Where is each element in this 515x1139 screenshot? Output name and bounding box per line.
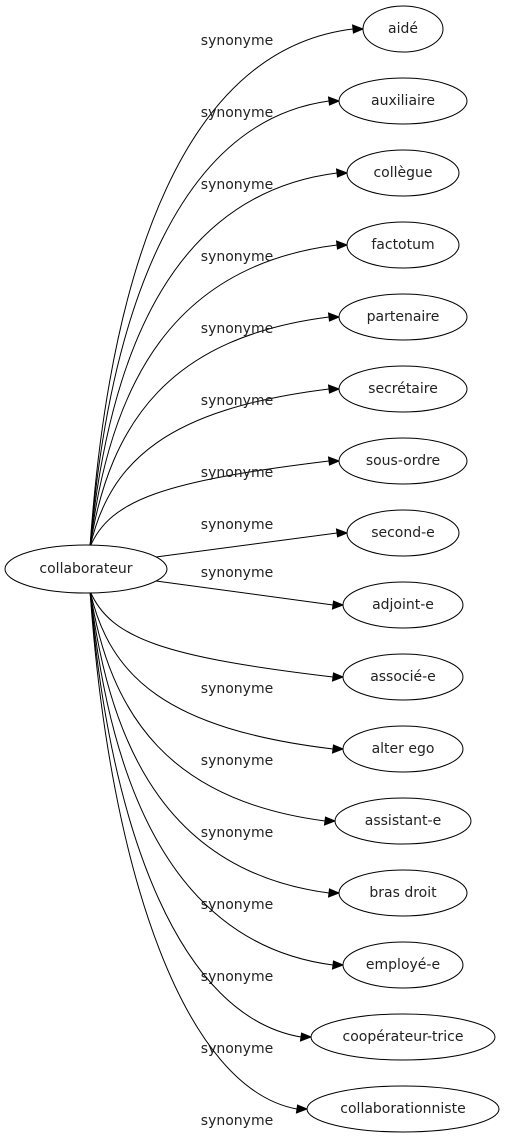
node-label: alter ego: [372, 741, 435, 757]
edge-assistant-e: synonyme: [89, 590, 337, 841]
arrowhead-icon: [327, 456, 341, 466]
node-label: aidé: [388, 21, 418, 37]
node-bras-droit[interactable]: bras droit: [338, 869, 468, 917]
node-auxiliaire[interactable]: auxiliaire: [338, 77, 468, 125]
edge-label: synonyme: [201, 825, 273, 841]
node-assistant-e[interactable]: assistant-e: [334, 797, 472, 845]
edge-partenaire: synonyme: [89, 312, 341, 548]
node-second-e[interactable]: second-e: [346, 509, 460, 557]
edge-employe-e: synonyme: [89, 590, 345, 985]
node-associe-e[interactable]: associé-e: [342, 653, 464, 701]
edge-line: [89, 590, 298, 1110]
node-label: employé-e: [366, 957, 440, 973]
arrowhead-icon: [352, 24, 365, 34]
synonym-graph: synonyme synonyme synonyme synonyme synonyme…: [4, 5, 500, 1133]
arrowhead-icon: [331, 744, 345, 754]
edge-label: synonyme: [201, 681, 273, 697]
node-label: collaborationniste: [340, 1101, 465, 1117]
edge-bras-droit: synonyme: [89, 590, 341, 913]
arrowhead-icon: [335, 168, 349, 178]
arrowhead-icon: [323, 816, 337, 826]
arrowhead-icon: [335, 240, 349, 250]
edge-label: synonyme: [201, 321, 273, 337]
node-label: sous-ordre: [366, 453, 440, 469]
node-label: collègue: [373, 165, 432, 181]
node-label: bras droit: [369, 885, 437, 901]
node-source-collaborateur[interactable]: collaborateur: [4, 544, 168, 594]
edge-label: synonyme: [201, 565, 273, 581]
edge-adjoint-e: synonyme: [155, 565, 345, 610]
edge-label: synonyme: [201, 249, 273, 265]
arrowhead-icon: [327, 96, 341, 106]
edge-associe-e: synonyme: [89, 590, 345, 697]
edge-second-e: synonyme: [155, 517, 349, 558]
node-label: associé-e: [370, 669, 436, 685]
node-employe-e[interactable]: employé-e: [342, 941, 464, 989]
edge-line: [155, 580, 334, 606]
arrowhead-icon: [327, 312, 341, 322]
edge-collegue: synonyme: [89, 168, 349, 548]
edge-line: [89, 590, 330, 894]
node-sous-ordre[interactable]: sous-ordre: [338, 437, 468, 485]
arrowhead-icon: [299, 1032, 313, 1042]
edge-label: synonyme: [201, 753, 273, 769]
edge-label: synonyme: [201, 393, 273, 409]
edge-label: synonyme: [201, 969, 273, 985]
edge-label: synonyme: [201, 1113, 273, 1129]
node-aide[interactable]: aidé: [362, 5, 444, 53]
node-adjoint-e[interactable]: adjoint-e: [342, 581, 464, 629]
node-label: second-e: [371, 525, 435, 541]
edge-line: [89, 590, 326, 822]
edge-line: [89, 316, 330, 548]
edge-collaborationniste: synonyme: [89, 590, 309, 1129]
node-collaborationniste[interactable]: collaborationniste: [306, 1085, 500, 1133]
node-factotum[interactable]: factotum: [346, 221, 460, 269]
node-cooperateur-trice[interactable]: coopérateur-trice: [310, 1013, 496, 1061]
node-label: secrétaire: [368, 381, 438, 397]
node-label: coopérateur-trice: [343, 1029, 464, 1045]
arrowhead-icon: [331, 600, 345, 610]
edge-label: synonyme: [201, 33, 273, 49]
node-secretaire[interactable]: secrétaire: [338, 365, 468, 413]
arrowhead-icon: [335, 528, 349, 538]
arrowhead-icon: [331, 672, 345, 682]
edge-label: synonyme: [201, 105, 273, 121]
node-label: collaborateur: [39, 561, 132, 577]
node-label: auxiliaire: [371, 93, 435, 109]
node-collegue[interactable]: collègue: [346, 149, 460, 197]
edge-cooperateur-trice: synonyme: [89, 590, 313, 1057]
arrowhead-icon: [327, 888, 341, 898]
node-partenaire[interactable]: partenaire: [338, 293, 468, 341]
edge-label: synonyme: [201, 465, 273, 481]
node-alter-ego[interactable]: alter ego: [342, 725, 464, 773]
edge-line: [89, 590, 334, 678]
edge-label: synonyme: [201, 177, 273, 193]
node-label: adjoint-e: [372, 597, 434, 613]
edge-line: [89, 172, 338, 548]
edge-line: [89, 590, 334, 750]
node-label: factotum: [371, 237, 434, 253]
edge-label: synonyme: [201, 517, 273, 533]
arrowhead-icon: [295, 1104, 309, 1114]
node-label: partenaire: [367, 309, 440, 325]
edge-line: [155, 532, 338, 558]
arrowhead-icon: [331, 960, 345, 970]
edge-sous-ordre: synonyme: [89, 456, 341, 548]
arrowhead-icon: [327, 384, 341, 394]
node-label: assistant-e: [365, 813, 441, 829]
